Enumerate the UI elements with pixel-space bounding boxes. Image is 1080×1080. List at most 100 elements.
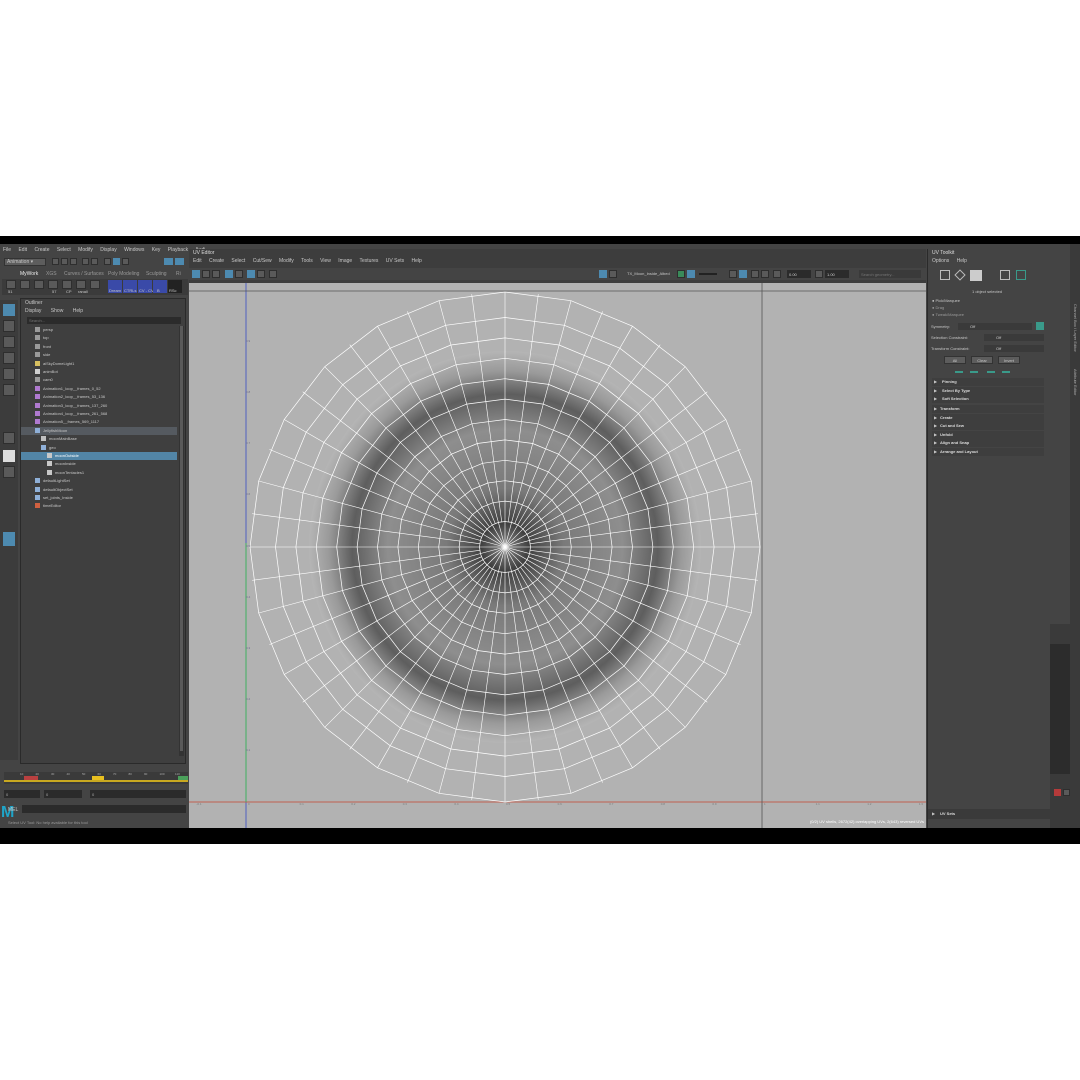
outliner-item[interactable]: JellyfishMoon bbox=[21, 426, 177, 435]
radio-pick-marquee[interactable]: ● Pick/Marquee bbox=[932, 298, 964, 305]
shelf-grid-icon[interactable] bbox=[62, 280, 72, 289]
uv-color-icon[interactable] bbox=[677, 270, 685, 278]
outliner-item[interactable]: side bbox=[21, 351, 177, 359]
script-editor-icon[interactable] bbox=[1063, 789, 1070, 796]
menu-windows[interactable]: Windows bbox=[124, 247, 144, 253]
radio-drag[interactable]: ● Drag bbox=[932, 305, 964, 312]
uv-grid-icon[interactable] bbox=[225, 270, 233, 278]
shelf-plane-icon[interactable] bbox=[76, 280, 86, 289]
scale-tool-icon[interactable] bbox=[3, 384, 15, 396]
gamma-field-icon[interactable] bbox=[815, 270, 823, 278]
select-shell-icon[interactable] bbox=[1002, 367, 1010, 373]
outliner-item[interactable]: defaultObjectSet bbox=[21, 486, 177, 494]
outliner-item[interactable]: moonOutside bbox=[21, 452, 177, 460]
select-object-icon[interactable] bbox=[113, 258, 120, 265]
menu-playback[interactable]: Playback bbox=[168, 247, 188, 253]
gamma-icon[interactable] bbox=[773, 270, 781, 278]
uv-menu-edit[interactable]: Edit bbox=[193, 258, 202, 264]
outliner-layout-icon[interactable] bbox=[3, 466, 15, 478]
outliner-item[interactable]: animBot bbox=[21, 368, 177, 376]
toolkit-section[interactable]: ▶ Cut and Sew bbox=[932, 422, 1044, 430]
mode-selector[interactable]: Animation ▾ bbox=[4, 258, 46, 266]
uv-alpha-icon[interactable] bbox=[687, 270, 695, 278]
menu-edit[interactable]: Edit bbox=[18, 247, 27, 253]
new-scene-icon[interactable] bbox=[52, 258, 59, 265]
range-field[interactable] bbox=[90, 790, 186, 798]
uv-menu-tools[interactable]: Tools bbox=[301, 258, 313, 264]
outliner-item[interactable]: top bbox=[21, 334, 177, 342]
rotate-tool-icon[interactable] bbox=[3, 368, 15, 380]
uv-distortion-icon[interactable] bbox=[202, 270, 210, 278]
toolkit-section[interactable]: ▶ Arrange and Layout bbox=[932, 447, 1044, 456]
uv-canvas[interactable]: 0.9 0.8 0.7 0.6 0.5 0.4 0.3 0.2 0.1 -0.1 0 0.1 0.2 0… bbox=[189, 283, 926, 828]
shelf-tab-sculpting[interactable]: Sculpting bbox=[146, 271, 167, 277]
select-tool-icon[interactable] bbox=[3, 304, 15, 316]
uv-sets-section[interactable]: UV Sets ▶ bbox=[928, 809, 1050, 819]
uv-mesh-wireframe[interactable] bbox=[249, 291, 761, 803]
shelf-cvcv-button[interactable]: CV - CV bbox=[138, 280, 154, 293]
select-border-icon[interactable] bbox=[987, 367, 995, 373]
toolkit-section[interactable]: ▶ Pinning bbox=[932, 378, 1044, 386]
snap-grid-icon[interactable] bbox=[164, 258, 173, 265]
shelf-tab-mywork[interactable]: MyWork bbox=[20, 271, 38, 277]
shelf-sphere-icon[interactable] bbox=[48, 280, 58, 289]
uv-search-input[interactable] bbox=[859, 270, 921, 278]
outliner-menu-help[interactable]: Help bbox=[73, 308, 83, 314]
outliner-item[interactable]: Animation4_loop__frames_261_568 bbox=[21, 410, 177, 418]
outliner-item[interactable]: moonInside bbox=[21, 460, 177, 468]
uv-menu-modify[interactable]: Modify bbox=[279, 258, 294, 264]
exposure-slider[interactable] bbox=[699, 273, 717, 275]
shelf-b-button[interactable]: B bbox=[153, 280, 167, 293]
face-mode-icon[interactable] bbox=[1016, 270, 1026, 280]
uv-menu-view[interactable]: View bbox=[320, 258, 331, 264]
time-slider[interactable]: 10 20 30 40 50 60 70 80 90 100 110 bbox=[4, 772, 188, 784]
outliner-search-input[interactable] bbox=[27, 317, 181, 324]
script-error-icon[interactable] bbox=[1054, 789, 1061, 796]
toolkit-section[interactable]: ▶ Select By Type bbox=[932, 386, 1044, 395]
shelf-tab-poly[interactable]: Poly Modeling bbox=[108, 271, 139, 277]
uv-shaded-icon[interactable] bbox=[192, 270, 200, 278]
symmetry-icon[interactable] bbox=[1036, 322, 1044, 330]
vertex-mode-icon[interactable] bbox=[954, 269, 966, 281]
outliner-item[interactable]: defaultLightSet bbox=[21, 477, 177, 485]
transform-constraint-dropdown[interactable]: Off bbox=[984, 345, 1044, 352]
outliner-item[interactable]: set_joints_Inside bbox=[21, 494, 177, 502]
menu-file[interactable]: File bbox=[3, 247, 11, 253]
outliner-item[interactable]: Animation1_loop__frames_0_52 bbox=[21, 385, 177, 393]
uv-layout-icon[interactable] bbox=[3, 532, 15, 546]
toolkit-section[interactable]: ▶ Create bbox=[932, 413, 1044, 422]
uv-menu-help[interactable]: Help bbox=[412, 258, 422, 264]
uv-dim-icon[interactable] bbox=[257, 270, 265, 278]
shelf-tab-ri[interactable]: Ri bbox=[176, 271, 181, 277]
radio-tweak[interactable]: ● Tweak/Marquee bbox=[932, 312, 964, 319]
invert-button[interactable]: Invert bbox=[998, 356, 1020, 364]
redo-icon[interactable] bbox=[91, 258, 98, 265]
undo-icon[interactable] bbox=[82, 258, 89, 265]
lasso-tool-icon[interactable] bbox=[3, 320, 15, 332]
menu-select[interactable]: Select bbox=[57, 247, 71, 253]
start-frame-field[interactable] bbox=[4, 790, 40, 798]
uv-mode-icon[interactable] bbox=[1000, 270, 1010, 280]
outliner-item[interactable]: timeEditor bbox=[21, 502, 177, 510]
grow-selection-icon[interactable] bbox=[955, 367, 963, 373]
snap-curve-icon[interactable] bbox=[175, 258, 184, 265]
select-component-icon[interactable] bbox=[122, 258, 129, 265]
outliner-scrollbar[interactable] bbox=[179, 326, 184, 756]
menu-key[interactable]: Key bbox=[152, 247, 161, 253]
uv-menu-cutsew[interactable]: Cut/Sew bbox=[253, 258, 272, 264]
uv-shell-mode-icon[interactable] bbox=[970, 270, 982, 281]
toolkit-section[interactable]: ▶ Transform bbox=[932, 405, 1044, 413]
toolkit-section[interactable]: ▶ Unfold bbox=[932, 430, 1044, 439]
shelf-cube-icon[interactable] bbox=[90, 280, 100, 289]
outliner-item[interactable]: geo bbox=[21, 444, 177, 452]
menu-display[interactable]: Display bbox=[100, 247, 116, 253]
save-scene-icon[interactable] bbox=[70, 258, 77, 265]
uv-menu-create[interactable]: Create bbox=[209, 258, 224, 264]
uv-grid-svg[interactable] bbox=[189, 283, 926, 828]
outliner-item[interactable]: Animation5__frames_569_1117 bbox=[21, 418, 177, 426]
end-frame-field[interactable] bbox=[44, 790, 82, 798]
uv-icon-b[interactable] bbox=[739, 270, 747, 278]
shelf-light-icon[interactable] bbox=[20, 280, 30, 289]
uv-snap-icon[interactable] bbox=[235, 270, 243, 278]
outliner-item[interactable]: persp bbox=[21, 326, 177, 334]
